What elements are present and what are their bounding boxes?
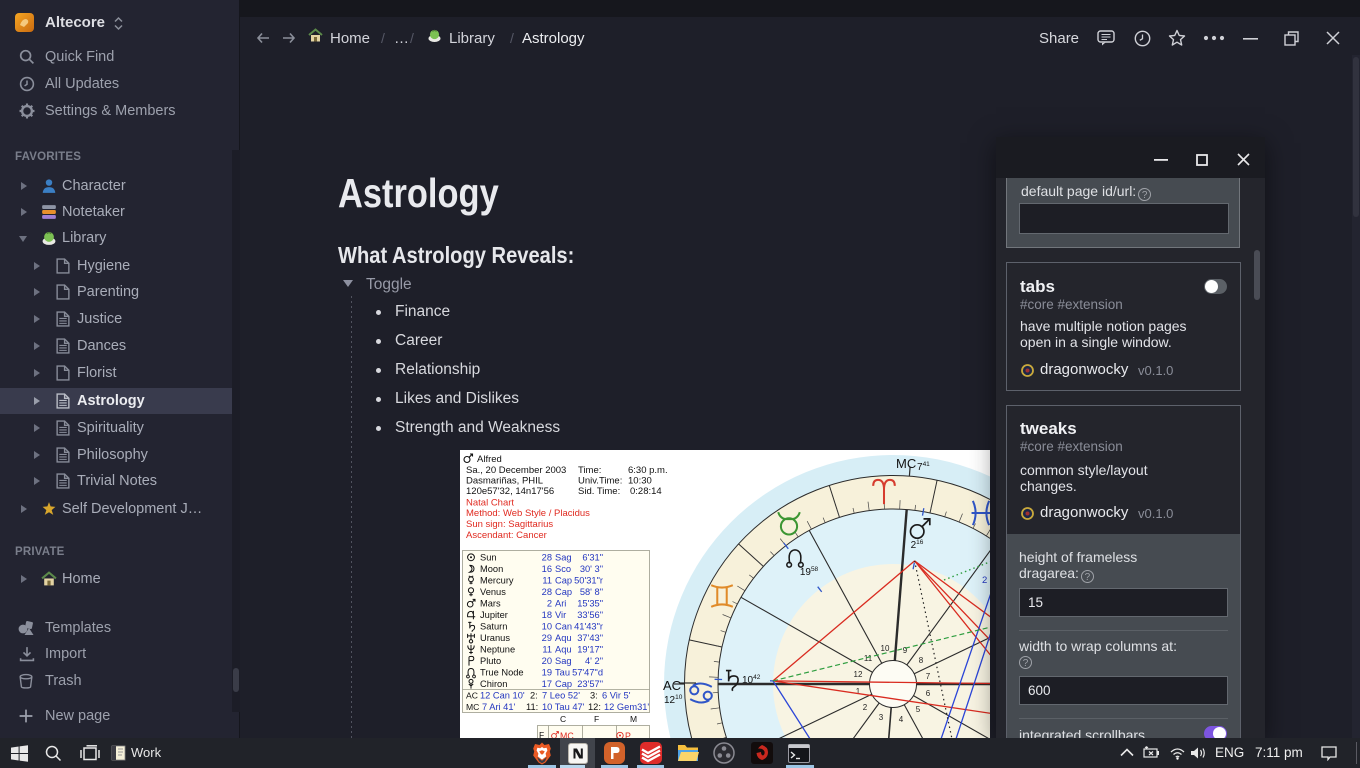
svg-text:Time:: Time: <box>578 465 601 476</box>
svg-text:Mars: Mars <box>480 599 501 609</box>
svg-text:Method: Web Style / Placidus: Method: Web Style / Placidus <box>466 508 590 519</box>
svg-text:6: 6 <box>926 689 931 698</box>
svg-text:58' 8": 58' 8" <box>580 587 603 597</box>
svg-text:MC: MC <box>560 731 574 738</box>
svg-text:6'31": 6'31" <box>582 553 603 563</box>
svg-text:18: 18 <box>542 610 552 620</box>
svg-text:8: 8 <box>919 656 924 665</box>
svg-text:Neptune: Neptune <box>480 645 515 655</box>
svg-text:20: 20 <box>542 656 552 666</box>
svg-text:29: 29 <box>542 633 552 643</box>
svg-text:Cap: Cap <box>555 576 572 586</box>
svg-text:19: 19 <box>542 668 552 678</box>
svg-text:Chiron: Chiron <box>480 679 507 689</box>
svg-text:Sid. Time:: Sid. Time: <box>578 486 620 497</box>
svg-text:6 Vir 5': 6 Vir 5' <box>602 691 631 701</box>
svg-text:2: 2 <box>982 575 987 586</box>
svg-text:Aqu: Aqu <box>555 633 572 643</box>
svg-text:Cap: Cap <box>555 679 572 689</box>
svg-text:12:: 12: <box>588 702 601 712</box>
svg-text:17: 17 <box>542 679 552 689</box>
svg-text:Can: Can <box>555 622 572 632</box>
svg-text:0:28:14: 0:28:14 <box>630 486 662 497</box>
svg-text:MC: MC <box>896 456 916 471</box>
svg-text:C: C <box>560 714 566 724</box>
svg-text:33'56": 33'56" <box>577 610 603 620</box>
svg-text:7 Leo 52': 7 Leo 52' <box>542 691 580 701</box>
svg-text:Aqu: Aqu <box>555 645 572 655</box>
svg-text:16: 16 <box>542 564 552 574</box>
svg-text:Moon: Moon <box>480 564 503 574</box>
svg-text:2: 2 <box>547 599 552 609</box>
svg-text:2:: 2: <box>530 691 538 701</box>
svg-text:6:30 p.m.: 6:30 p.m. <box>628 465 668 476</box>
svg-text:M: M <box>630 714 637 724</box>
svg-text:AC: AC <box>466 691 478 701</box>
svg-text:Univ.Time:: Univ.Time: <box>578 476 622 487</box>
svg-text:Saturn: Saturn <box>480 622 507 632</box>
svg-text:5: 5 <box>916 705 921 714</box>
svg-text:Mercury: Mercury <box>480 576 514 586</box>
svg-text:Alfred: Alfred <box>477 454 502 465</box>
svg-text:Sag: Sag <box>555 656 572 666</box>
svg-text:AC: AC <box>663 678 681 693</box>
svg-text:30' 3": 30' 3" <box>580 564 603 574</box>
svg-text:F: F <box>539 730 544 738</box>
svg-text:F: F <box>594 714 599 724</box>
svg-text:50'31"r: 50'31"r <box>574 576 603 586</box>
svg-text:12 Gem31': 12 Gem31' <box>604 702 649 712</box>
svg-text:Uranus: Uranus <box>480 633 510 643</box>
svg-text:120e57'32, 14n17'56: 120e57'32, 14n17'56 <box>466 486 554 497</box>
svg-text:Cap: Cap <box>555 587 572 597</box>
svg-text:3:: 3: <box>590 691 598 701</box>
svg-text:4: 4 <box>899 715 904 724</box>
svg-text:7: 7 <box>926 672 931 681</box>
svg-text:True Node: True Node <box>480 668 524 678</box>
svg-text:Sa., 20 December 2003: Sa., 20 December 2003 <box>466 465 566 476</box>
svg-text:28: 28 <box>542 587 552 597</box>
svg-text:7 Ari 41': 7 Ari 41' <box>482 702 516 712</box>
svg-text:1: 1 <box>856 687 861 696</box>
svg-text:Sun: Sun <box>480 553 497 563</box>
svg-text:57'47"d: 57'47"d <box>572 668 603 678</box>
svg-text:Sun sign: Sagittarius: Sun sign: Sagittarius <box>466 519 553 530</box>
svg-text:11: 11 <box>864 654 873 663</box>
svg-text:Pluto: Pluto <box>480 656 501 666</box>
svg-text:Jupiter: Jupiter <box>480 610 508 620</box>
svg-text:11: 11 <box>542 576 552 586</box>
svg-text:Dasmariñas, PHIL: Dasmariñas, PHIL <box>466 476 543 487</box>
svg-text:12: 12 <box>854 670 863 679</box>
svg-text:Sco: Sco <box>555 564 571 574</box>
svg-text:10: 10 <box>881 644 890 653</box>
svg-text:23'57": 23'57" <box>577 679 603 689</box>
svg-text:Vir: Vir <box>555 610 566 620</box>
svg-text:Sag: Sag <box>555 553 572 563</box>
svg-text:2: 2 <box>863 703 868 712</box>
svg-text:Ari: Ari <box>555 599 566 609</box>
svg-text:28: 28 <box>542 553 552 563</box>
svg-text:19'17": 19'17" <box>577 645 603 655</box>
svg-text:15'35": 15'35" <box>577 599 603 609</box>
svg-text:11: 11 <box>542 645 552 655</box>
svg-text:MC: MC <box>466 702 479 712</box>
svg-text:3: 3 <box>879 713 884 722</box>
svg-text:10:30: 10:30 <box>628 476 652 487</box>
svg-text:41'43"r: 41'43"r <box>574 622 603 632</box>
svg-text:4' 2": 4' 2" <box>585 656 603 666</box>
svg-text:Tau: Tau <box>555 668 570 678</box>
svg-text:P: P <box>625 731 631 738</box>
svg-text:Venus: Venus <box>480 587 506 597</box>
svg-text:Natal Chart: Natal Chart <box>466 498 514 509</box>
svg-text:12 Can 10': 12 Can 10' <box>480 691 525 701</box>
svg-text:10: 10 <box>542 622 552 632</box>
svg-text:10 Tau 47': 10 Tau 47' <box>542 702 585 712</box>
svg-text:11:: 11: <box>526 702 538 712</box>
svg-text:37'43": 37'43" <box>577 633 603 643</box>
svg-text:Ascendant: Cancer: Ascendant: Cancer <box>466 530 547 541</box>
